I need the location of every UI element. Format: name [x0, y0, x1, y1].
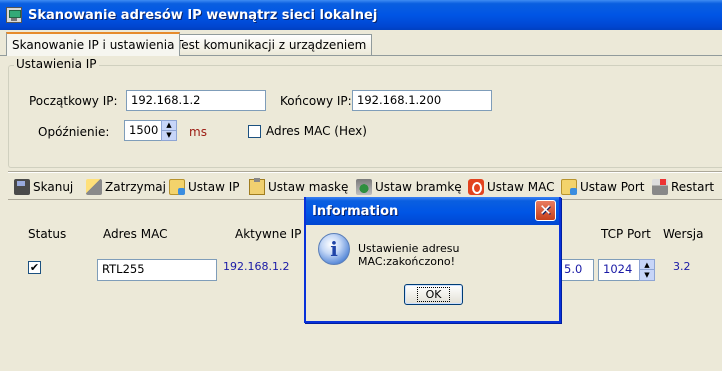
toolbar: Skanuj Zatrzymaj Ustaw IP Ustaw maskę Us…: [8, 172, 722, 200]
column-header-active-ip: Aktywne IP: [235, 227, 302, 241]
column-header-status: Status: [28, 227, 67, 241]
set-ip-button-label: Ustaw IP: [188, 180, 240, 194]
row-partial-ip-field[interactable]: 5.0: [560, 259, 594, 281]
row-status-checkbox[interactable]: ✔: [28, 261, 41, 274]
set-gateway-button[interactable]: Ustaw bramkę: [356, 178, 462, 196]
set-mac-button-label: Ustaw MAC: [487, 180, 555, 194]
set-ip-button[interactable]: Ustaw IP: [169, 178, 240, 196]
stop-button-label: Zatrzymaj: [105, 180, 166, 194]
column-header-mac: Adres MAC: [103, 227, 168, 241]
spin-down-icon[interactable]: ▼: [162, 131, 176, 141]
set-mask-button-label: Ustaw maskę: [268, 180, 349, 194]
window-title-bar[interactable]: Skanowanie adresów IP wewnątrz sieci lok…: [0, 0, 722, 30]
information-icon: i: [318, 233, 350, 265]
start-ip-input[interactable]: 192.168.1.2: [126, 90, 266, 111]
app-icon: [6, 7, 22, 23]
tab-ip-scan-settings[interactable]: Skanowanie IP i ustawienia: [6, 32, 181, 56]
set-ip-icon: [169, 179, 185, 195]
dialog-title-bar[interactable]: Information ✕: [306, 197, 559, 225]
set-mac-icon: [468, 179, 484, 195]
delay-unit: ms: [189, 125, 207, 139]
set-gateway-button-label: Ustaw bramkę: [375, 180, 462, 194]
information-dialog: Information ✕ i Ustawienie adresu MAC:za…: [304, 197, 561, 323]
tab-device-communication-test[interactable]: Test komunikacji z urządzeniem: [170, 34, 373, 55]
ok-button[interactable]: OK: [404, 284, 463, 305]
column-header-version: Wersja: [663, 227, 704, 241]
delay-spinner[interactable]: ▲ ▼: [161, 120, 177, 141]
row-mac-input[interactable]: RTL255: [97, 259, 217, 281]
window-title: Skanowanie adresów IP wewnątrz sieci lok…: [28, 7, 378, 23]
row-active-ip: 192.168.1.2: [223, 260, 290, 273]
set-port-icon: [561, 179, 577, 195]
dialog-message: Ustawienie adresu MAC:zakończono!: [358, 242, 460, 268]
scan-button[interactable]: Skanuj: [14, 178, 73, 196]
set-mask-icon: [249, 178, 265, 195]
stop-icon: [86, 179, 102, 195]
scan-icon: [14, 179, 30, 195]
spin-up-icon[interactable]: ▲: [640, 260, 654, 270]
set-gateway-icon: [356, 179, 372, 195]
end-ip-label: Końcowy IP:: [280, 94, 352, 108]
start-ip-label: Początkowy IP:: [29, 94, 118, 108]
set-mask-button[interactable]: Ustaw maskę: [249, 178, 348, 196]
row-tcp-port-input[interactable]: 1024: [598, 259, 640, 281]
set-mac-button[interactable]: Ustaw MAC: [468, 178, 554, 196]
row-version: 3.2: [673, 260, 691, 273]
column-header-tcp-port: TCP Port: [601, 227, 651, 241]
restart-button-label: Restart: [671, 180, 715, 194]
delay-label: Opóźnienie:: [38, 125, 110, 139]
delay-input[interactable]: 1500: [124, 120, 162, 141]
set-port-button-label: Ustaw Port: [580, 180, 645, 194]
restart-button[interactable]: Restart: [652, 178, 714, 196]
end-ip-input[interactable]: 192.168.1.200: [352, 90, 492, 111]
spin-down-icon[interactable]: ▼: [640, 270, 654, 280]
mac-hex-checkbox[interactable]: [248, 125, 261, 138]
dialog-title: Information: [312, 203, 399, 219]
mac-hex-label: Adres MAC (Hex): [266, 124, 367, 138]
ok-button-label: OK: [416, 287, 451, 302]
close-icon[interactable]: ✕: [535, 200, 556, 221]
restart-icon: [652, 179, 668, 195]
ip-settings-group: [8, 65, 722, 168]
tab-strip: Skanowanie IP i ustawienia Test komunika…: [0, 32, 722, 56]
scan-button-label: Skanuj: [33, 180, 74, 194]
stop-button[interactable]: Zatrzymaj: [86, 178, 166, 196]
tcp-port-spinner[interactable]: ▲ ▼: [639, 259, 655, 281]
set-port-button[interactable]: Ustaw Port: [561, 178, 645, 196]
spin-up-icon[interactable]: ▲: [162, 121, 176, 131]
ip-settings-group-title: Ustawienia IP: [14, 57, 99, 71]
